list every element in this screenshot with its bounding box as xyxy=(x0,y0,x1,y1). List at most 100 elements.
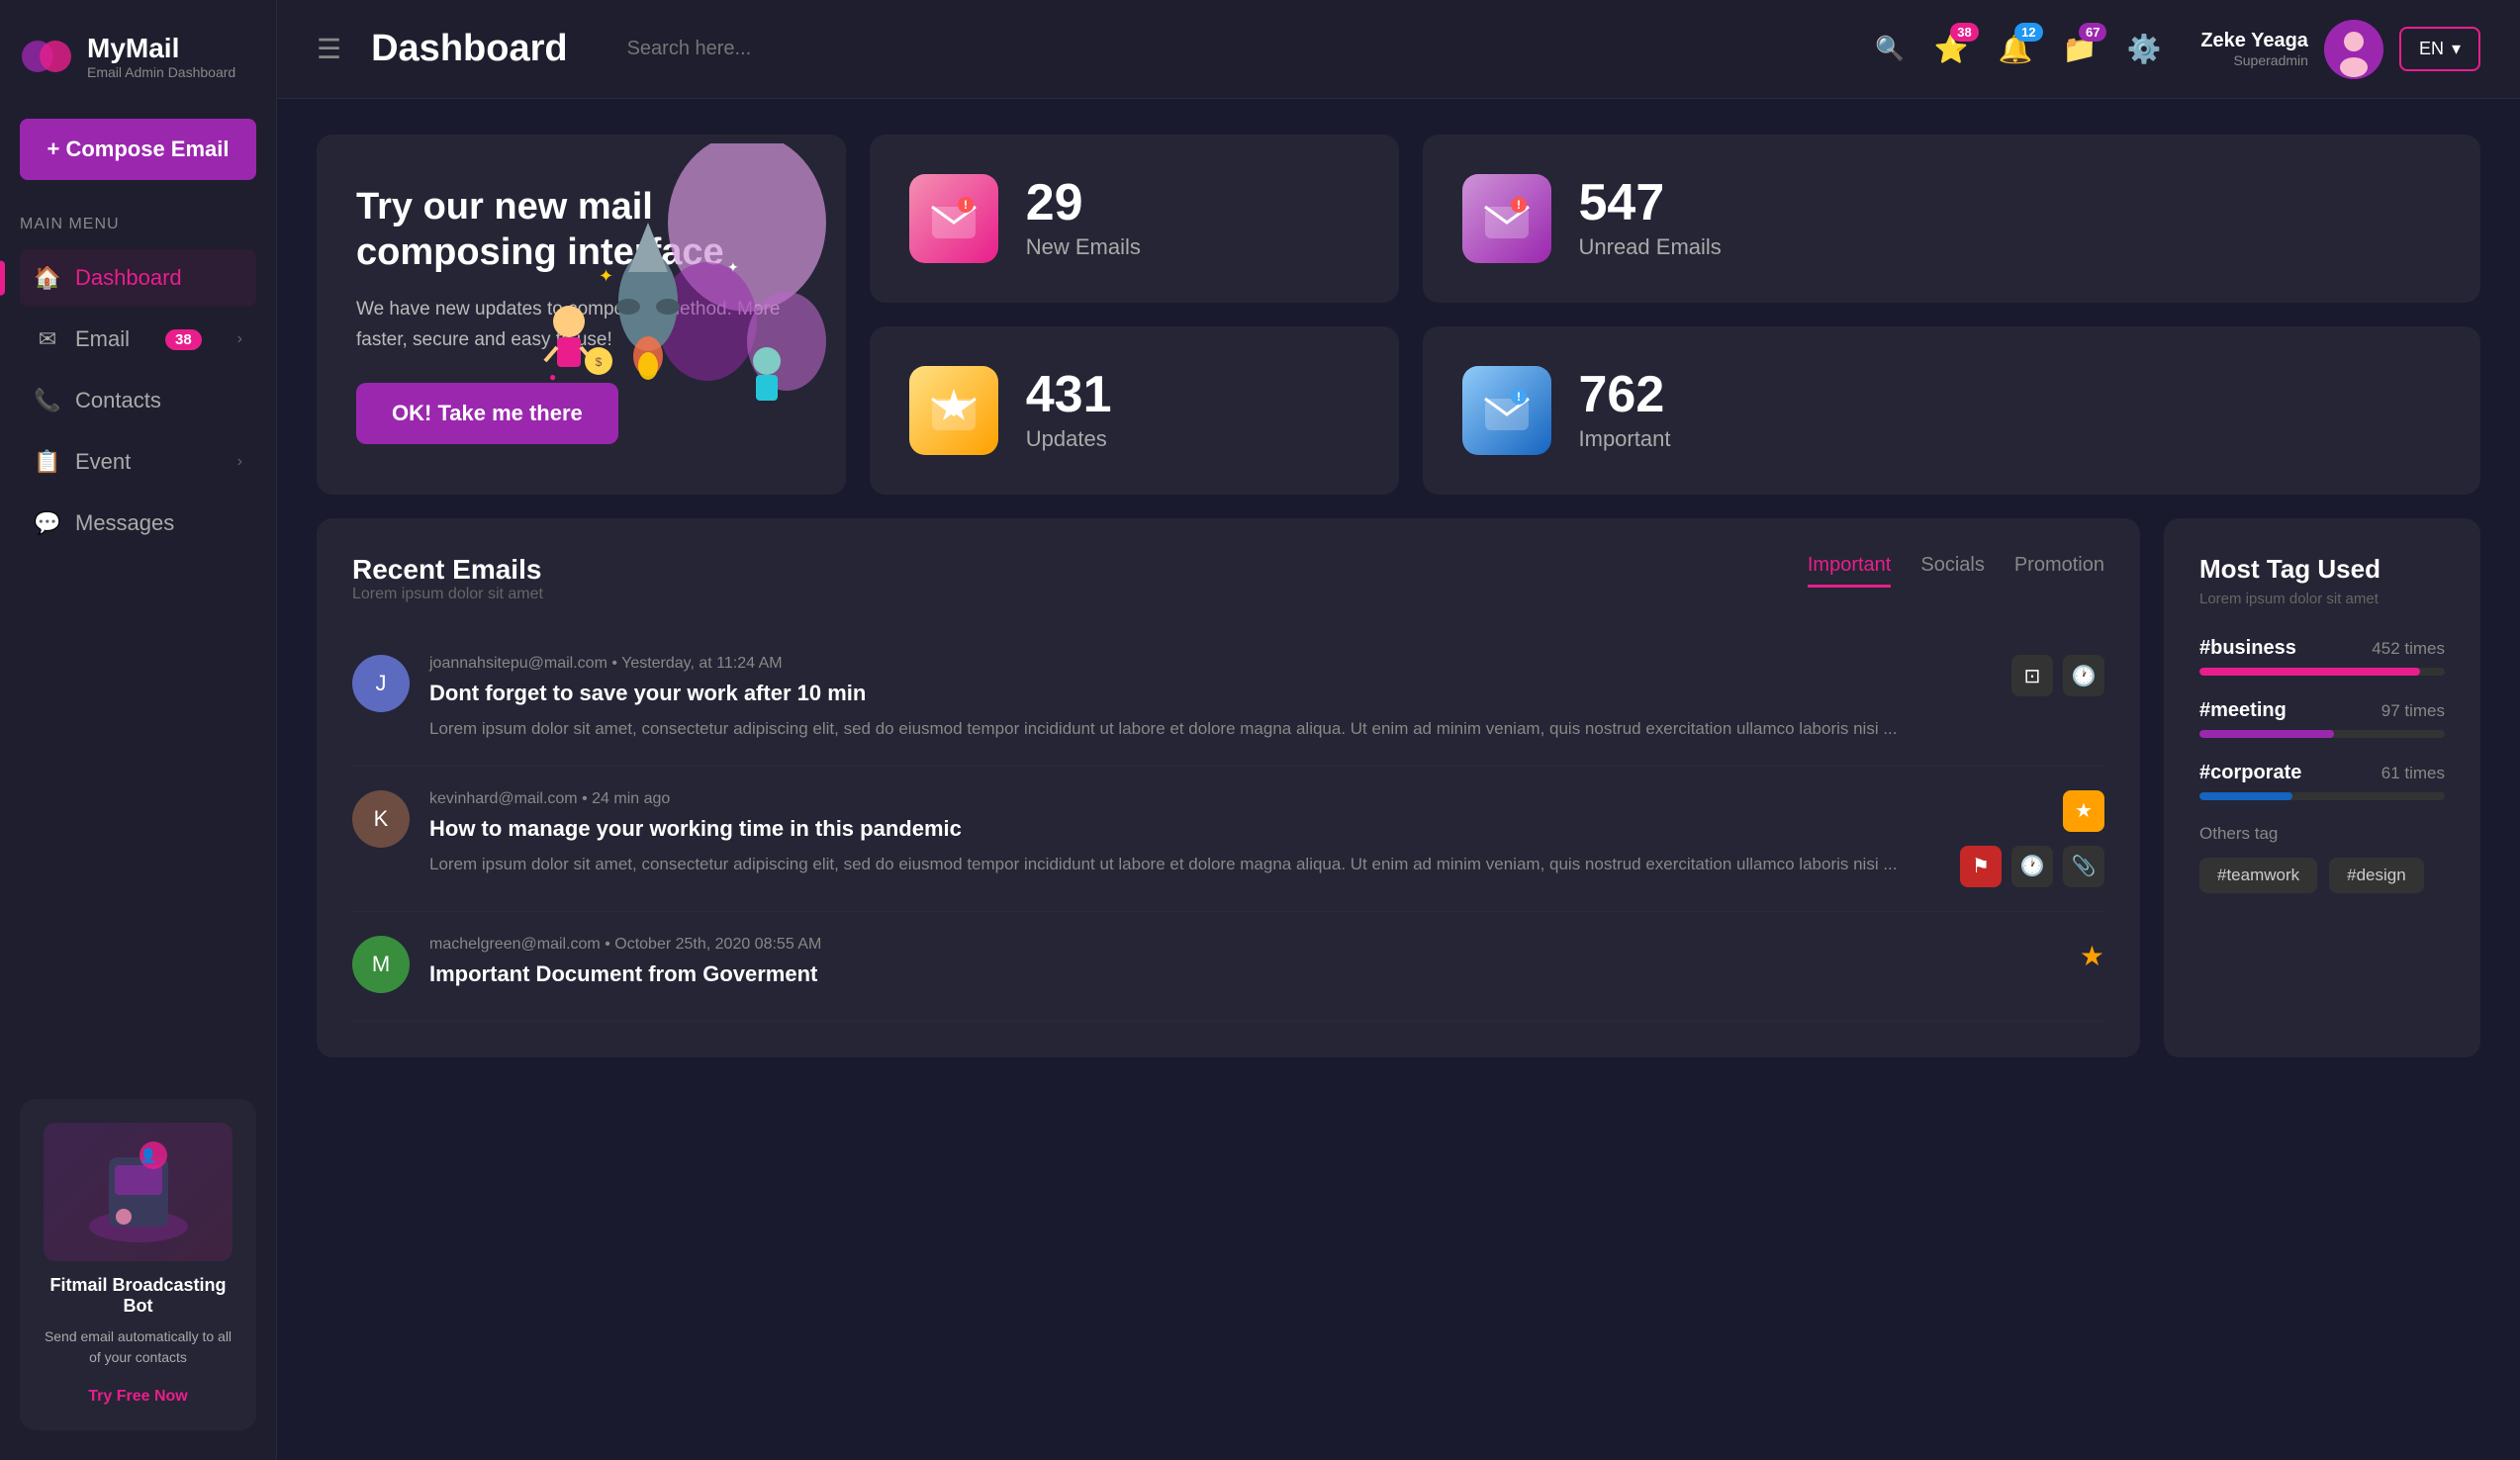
main-content: ☰ Dashboard 🔍 ⭐ 38 🔔 12 📁 67 xyxy=(277,0,2520,1460)
email-subject-3: Important Document from Goverment xyxy=(429,961,2060,987)
star-icon-3[interactable]: ★ xyxy=(2080,940,2104,972)
logo-icon xyxy=(20,30,73,83)
tag-chip-design[interactable]: #design xyxy=(2329,858,2424,893)
email-from-3: machelgreen@mail.com xyxy=(429,936,601,953)
svg-text:👤: 👤 xyxy=(140,1147,156,1164)
email-content-1: joannahsitepu@mail.com • Yesterday, at 1… xyxy=(429,655,1992,742)
user-name: Zeke Yeaga xyxy=(2200,30,2308,52)
search-area: 🔍 xyxy=(627,35,1905,63)
folder-badge: 67 xyxy=(2079,23,2106,42)
user-area: Zeke Yeaga Superadmin EN ▾ xyxy=(2200,20,2480,79)
sidebar-item-messages[interactable]: 💬 Messages xyxy=(20,495,256,552)
important-label: Important xyxy=(1579,426,1671,452)
sidebar-item-event[interactable]: 📋 Event › xyxy=(20,433,256,491)
compose-button[interactable]: + Compose Email xyxy=(20,119,256,180)
new-emails-value: 29 xyxy=(1026,177,1141,228)
new-emails-info: 29 New Emails xyxy=(1026,177,1141,260)
tag-row-meeting: #meeting 97 times xyxy=(2199,699,2445,722)
notifications-icon-wrap[interactable]: 🔔 12 xyxy=(1999,33,2033,65)
svg-text:!: ! xyxy=(964,198,968,212)
sidebar-item-label: Contacts xyxy=(75,388,161,413)
home-icon: 🏠 xyxy=(34,265,61,291)
tab-promotion[interactable]: Promotion xyxy=(2014,554,2104,588)
email-avatar-2: K xyxy=(352,790,410,848)
new-emails-label: New Emails xyxy=(1026,234,1141,260)
tag-bar-business xyxy=(2199,668,2445,676)
email-badge: 38 xyxy=(165,329,202,350)
svg-text:●: ● xyxy=(549,370,556,384)
sidebar-item-dashboard[interactable]: 🏠 Dashboard xyxy=(20,249,256,307)
hamburger-icon[interactable]: ☰ xyxy=(317,33,341,65)
email-time-2: 24 min ago xyxy=(592,790,670,807)
stat-card-new-emails: ! 29 New Emails xyxy=(870,135,1399,303)
tags-subtitle: Lorem ipsum dolor sit amet xyxy=(2199,591,2445,607)
flag-button-2[interactable]: ⚑ xyxy=(1960,846,2002,887)
new-emails-icon-wrap: ! xyxy=(909,174,998,263)
email-avatar-3: M xyxy=(352,936,410,993)
important-value: 762 xyxy=(1579,369,1671,420)
email-item-1: J joannahsitepu@mail.com • Yesterday, at… xyxy=(352,631,2104,767)
settings-icon-wrap[interactable]: ⚙️ xyxy=(2126,33,2161,65)
important-icon-wrap: ! xyxy=(1462,366,1551,455)
language-button[interactable]: EN ▾ xyxy=(2399,27,2480,71)
unread-emails-value: 547 xyxy=(1579,177,1722,228)
tab-socials[interactable]: Socials xyxy=(1920,554,1984,588)
email-from-1: joannahsitepu@mail.com xyxy=(429,655,607,672)
user-role: Superadmin xyxy=(2200,52,2308,68)
sidebar-item-email[interactable]: ✉ Email 38 › xyxy=(20,311,256,368)
svg-text:✦: ✦ xyxy=(727,259,739,275)
promo-illustration: 👤 xyxy=(44,1123,233,1261)
lang-chevron-icon: ▾ xyxy=(2452,39,2461,59)
sidebar-promo: 👤 Fitmail Broadcasting Bot Send email au… xyxy=(20,1099,256,1430)
favorites-icon-wrap[interactable]: ⭐ 38 xyxy=(1934,33,1969,65)
tag-bar-meeting xyxy=(2199,730,2445,738)
email-icon: ✉ xyxy=(34,326,61,352)
lang-label: EN xyxy=(2419,39,2444,59)
tags-panel: Most Tag Used Lorem ipsum dolor sit amet… xyxy=(2164,518,2480,1057)
phone-icon: 📞 xyxy=(34,388,61,413)
email-time-1: Yesterday, at 11:24 AM xyxy=(621,655,782,672)
avatar[interactable] xyxy=(2324,20,2383,79)
stat-card-important: ! 762 Important xyxy=(1423,326,2481,495)
tag-bar-fill-business xyxy=(2199,668,2420,676)
star-button-2[interactable]: ★ xyxy=(2063,790,2104,832)
email-avatar-1: J xyxy=(352,655,410,712)
email-preview-2: Lorem ipsum dolor sit amet, consectetur … xyxy=(429,852,1940,877)
chevron-right-icon: › xyxy=(237,453,242,471)
sidebar-item-label: Event xyxy=(75,449,131,475)
attach-button-2[interactable]: 📎 xyxy=(2063,846,2104,887)
email-actions-3: ★ xyxy=(2080,936,2104,972)
sidebar-item-label: Email xyxy=(75,326,130,352)
chevron-right-icon: › xyxy=(237,330,242,348)
promo-banner-card: Try our new mail composing interface We … xyxy=(317,135,846,495)
folder-icon-wrap[interactable]: 📁 67 xyxy=(2063,33,2098,65)
search-input[interactable] xyxy=(627,38,1861,60)
stat-card-unread-emails: ! 547 Unread Emails xyxy=(1423,135,2481,303)
others-tag-label: Others tag xyxy=(2199,824,2445,844)
unread-emails-icon-wrap: ! xyxy=(1462,174,1551,263)
search-icon[interactable]: 🔍 xyxy=(1875,35,1905,63)
email-separator-1: • xyxy=(611,655,621,672)
tag-chips: #teamwork #design xyxy=(2199,858,2445,893)
email-item-2: K kevinhard@mail.com • 24 min ago How to… xyxy=(352,767,2104,912)
sidebar-item-contacts[interactable]: 📞 Contacts xyxy=(20,372,256,429)
email-content-2: kevinhard@mail.com • 24 min ago How to m… xyxy=(429,790,1940,877)
updates-info: 431 Updates xyxy=(1026,369,1112,452)
promo-cta-link[interactable]: Try Free Now xyxy=(88,1388,187,1405)
recent-emails-subtitle: Lorem ipsum dolor sit amet xyxy=(352,586,543,603)
svg-text:!: ! xyxy=(1517,390,1521,404)
bottom-section: Recent Emails Lorem ipsum dolor sit amet… xyxy=(317,518,2480,1057)
archive-button-1[interactable]: ⊡ xyxy=(2011,655,2053,696)
tab-important[interactable]: Important xyxy=(1808,554,1891,588)
event-icon: 📋 xyxy=(34,449,61,475)
tag-chip-teamwork[interactable]: #teamwork xyxy=(2199,858,2317,893)
tag-name-business: #business xyxy=(2199,637,2296,660)
logo-area: MyMail Email Admin Dashboard xyxy=(20,30,256,83)
clock-button-1[interactable]: 🕐 xyxy=(2063,655,2104,696)
email-item-3: M machelgreen@mail.com • October 25th, 2… xyxy=(352,912,2104,1022)
sidebar-item-label: Messages xyxy=(75,510,174,536)
promo-banner-illustration: ✦ ✦ ● $ xyxy=(470,143,826,486)
menu-label: Main Menu xyxy=(20,216,256,233)
clock-button-2[interactable]: 🕐 xyxy=(2011,846,2053,887)
tag-row-business: #business 452 times xyxy=(2199,637,2445,660)
